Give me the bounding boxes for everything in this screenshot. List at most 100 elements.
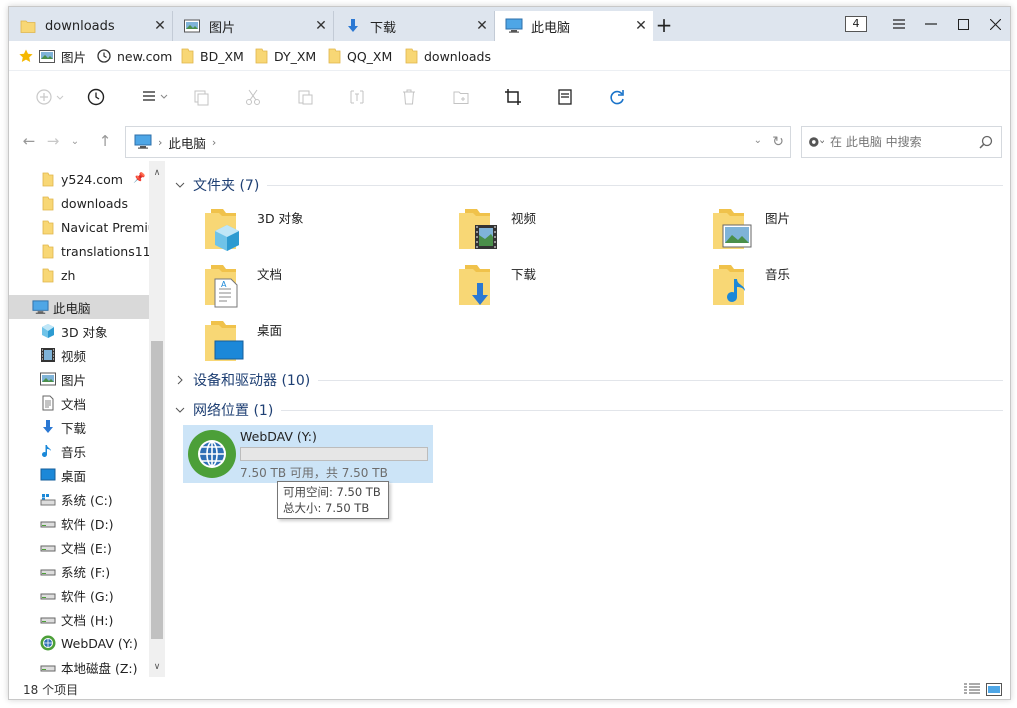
new-tab-button[interactable]: + bbox=[653, 15, 675, 37]
properties-button[interactable] bbox=[553, 85, 577, 109]
sidebar-item-pc[interactable]: 本地磁盘 (Z:) bbox=[9, 655, 149, 679]
chevron-down-icon[interactable]: ⌄ bbox=[754, 135, 762, 146]
view-menu-button[interactable] bbox=[139, 85, 173, 109]
group-header-network[interactable]: 网络位置 (1) bbox=[173, 399, 1003, 421]
tab-pictures[interactable]: 图片 ✕ bbox=[173, 11, 334, 41]
close-icon[interactable]: ✕ bbox=[633, 18, 649, 34]
scroll-down-arrow[interactable]: ∨ bbox=[149, 659, 165, 675]
close-window-button[interactable] bbox=[983, 13, 1007, 35]
sidebar-item-pc[interactable]: 图片 bbox=[9, 367, 149, 391]
menu-button[interactable] bbox=[887, 13, 911, 35]
folder-tile[interactable]: 3D 对象 bbox=[187, 205, 427, 255]
tab-count-badge[interactable]: 4 bbox=[845, 16, 867, 32]
sync-button[interactable] bbox=[605, 85, 629, 109]
history-button[interactable] bbox=[84, 85, 108, 109]
paste-button[interactable] bbox=[293, 85, 317, 109]
folder-label: 文档 bbox=[257, 267, 283, 282]
maximize-button[interactable] bbox=[951, 13, 975, 35]
search-icon[interactable] bbox=[979, 135, 993, 149]
star-icon[interactable] bbox=[19, 47, 33, 65]
folder-tile[interactable]: 图片 bbox=[695, 205, 935, 255]
group-header-devices[interactable]: 设备和驱动器 (10) bbox=[173, 369, 1003, 391]
bookmark-item[interactable]: BD_XM bbox=[181, 47, 244, 65]
chevron-down-icon[interactable] bbox=[173, 182, 187, 188]
new-item-button[interactable] bbox=[33, 85, 67, 109]
sidebar-item-pc[interactable]: 3D 对象 bbox=[9, 319, 149, 343]
network-drive-tile[interactable]: WebDAV (Y:) 7.50 TB 可用，共 7.50 TB bbox=[183, 425, 433, 483]
bookmark-item[interactable]: downloads bbox=[405, 47, 491, 65]
breadcrumb-location[interactable]: 此电脑 bbox=[168, 133, 206, 152]
bookmark-item[interactable]: DY_XM bbox=[255, 47, 316, 65]
sidebar-item-quick-access[interactable]: Navicat Premiu bbox=[9, 215, 149, 239]
tab-this-pc[interactable]: 此电脑 ✕ bbox=[495, 11, 653, 41]
search-box[interactable] bbox=[801, 126, 1002, 158]
documents-icon bbox=[39, 394, 57, 412]
sidebar-item-pc[interactable]: 文档 bbox=[9, 391, 149, 415]
scroll-thumb[interactable] bbox=[151, 341, 163, 639]
sidebar-item-pc[interactable]: 软件 (G:) bbox=[9, 583, 149, 607]
bookmark-item[interactable]: new.com bbox=[97, 47, 172, 65]
sidebar-item-pc[interactable]: 桌面 bbox=[9, 463, 149, 487]
group-header-folders[interactable]: 文件夹 (7) bbox=[173, 174, 1003, 196]
sidebar-item-pc[interactable]: 下载 bbox=[9, 415, 149, 439]
folder-tile[interactable]: 下载 bbox=[441, 261, 681, 311]
sidebar-item-pc[interactable]: WebDAV (Y:) bbox=[9, 631, 149, 655]
chevron-down-icon[interactable] bbox=[173, 407, 187, 413]
sidebar-item-pc[interactable]: 文档 (E:) bbox=[9, 535, 149, 559]
new-folder-button[interactable] bbox=[449, 85, 473, 109]
sidebar-item-label: 系统 (F:) bbox=[61, 564, 111, 580]
sidebar-item-quick-access[interactable]: downloads bbox=[9, 191, 149, 215]
tab-downloads-cn[interactable]: 下载 ✕ bbox=[334, 11, 495, 41]
close-icon[interactable]: ✕ bbox=[152, 18, 168, 34]
address-bar[interactable]: › 此电脑 › ⌄ ↻ bbox=[125, 126, 791, 158]
bookmark-item[interactable]: 图片 bbox=[39, 47, 86, 65]
close-icon[interactable]: ✕ bbox=[313, 18, 329, 34]
tab-downloads[interactable]: downloads ✕ bbox=[9, 11, 173, 41]
minimize-button[interactable] bbox=[919, 13, 943, 35]
sidebar-item-pc[interactable]: 系统 (F:) bbox=[9, 559, 149, 583]
back-button[interactable]: ← bbox=[19, 131, 39, 151]
gear-icon[interactable] bbox=[808, 134, 824, 150]
sidebar-item-quick-access[interactable]: y524.com 📌 bbox=[9, 167, 149, 191]
sidebar-item-quick-access[interactable]: translations11 bbox=[9, 239, 149, 263]
folder-tile[interactable]: 桌面 bbox=[187, 317, 427, 367]
sidebar-item-pc[interactable]: 视频 bbox=[9, 343, 149, 367]
cut-button[interactable] bbox=[241, 85, 265, 109]
sidebar-scrollbar[interactable]: ∧ ∨ bbox=[149, 161, 165, 677]
chevron-right-icon[interactable] bbox=[173, 375, 187, 385]
refresh-icon[interactable]: ↻ bbox=[772, 134, 784, 150]
scroll-up-arrow[interactable]: ∧ bbox=[149, 165, 165, 181]
tiles-view-button[interactable] bbox=[985, 681, 1003, 697]
sidebar-item-pc[interactable]: 文档 (H:) bbox=[9, 607, 149, 631]
sidebar-item-label: 下载 bbox=[61, 420, 87, 436]
search-input[interactable] bbox=[830, 135, 979, 149]
folder-tile[interactable]: A 文档 bbox=[187, 261, 427, 311]
breadcrumb-separator[interactable]: › bbox=[212, 136, 216, 149]
sidebar-item-pc[interactable]: 音乐 bbox=[9, 439, 149, 463]
up-button[interactable]: ↑ bbox=[95, 131, 115, 151]
sidebar-item-pc[interactable]: 软件 (D:) bbox=[9, 511, 149, 535]
folder-label: 图片 bbox=[765, 211, 791, 226]
folder-tile[interactable]: 音乐 bbox=[695, 261, 935, 311]
crop-button[interactable] bbox=[501, 85, 525, 109]
close-icon[interactable]: ✕ bbox=[474, 18, 490, 34]
sidebar-item-this-pc[interactable]: 此电脑 bbox=[9, 295, 149, 319]
details-view-button[interactable] bbox=[963, 681, 981, 697]
sidebar-item-quick-access[interactable]: zh bbox=[9, 263, 149, 287]
divider bbox=[318, 379, 1003, 381]
recent-locations-button[interactable]: ⌄ bbox=[65, 131, 85, 151]
folder-tile[interactable]: 视频 bbox=[441, 205, 681, 255]
forward-button[interactable]: → bbox=[43, 131, 63, 151]
copy-button[interactable] bbox=[189, 85, 213, 109]
breadcrumb-separator[interactable]: › bbox=[158, 136, 162, 149]
delete-button[interactable] bbox=[397, 85, 421, 109]
navigation-pane: y524.com 📌 downloads Navicat Premiu tran… bbox=[9, 161, 165, 677]
3d-objects-icon bbox=[39, 322, 57, 340]
sidebar-item-pc[interactable]: 系统 (C:) bbox=[9, 487, 149, 511]
sidebar-item-label: 文档 (H:) bbox=[61, 612, 114, 628]
bookmark-label: 图片 bbox=[61, 49, 87, 65]
bookmark-label: downloads bbox=[424, 48, 491, 64]
rename-button[interactable] bbox=[345, 85, 369, 109]
pin-icon: 📌 bbox=[133, 173, 146, 184]
bookmark-item[interactable]: QQ_XM bbox=[328, 47, 392, 65]
